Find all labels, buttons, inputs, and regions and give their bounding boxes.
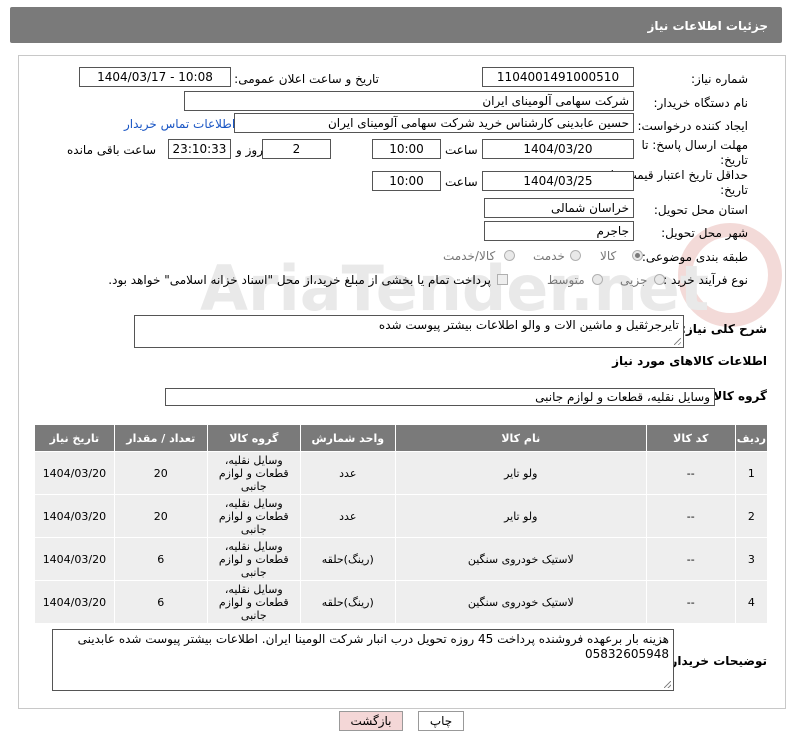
col-need-date: تاریخ نیاز	[34, 424, 115, 452]
reply-date-field: 1404/03/20	[482, 139, 634, 159]
cell-unit: (رینگ)حلقه	[299, 537, 396, 581]
col-goods-group: گروه کالا	[206, 424, 301, 452]
reply-time-label: ساعت	[445, 143, 478, 157]
buyer-notes-text: هزینه بار برعهده فروشنده پرداخت 45 روزه …	[77, 632, 669, 661]
col-goods-code: کد کالا	[645, 424, 736, 452]
cell-unit: عدد	[299, 494, 396, 538]
reply-time-field: 10:00	[372, 139, 441, 159]
price-time-label: ساعت	[445, 175, 478, 189]
buyer-notes-label: توضیحات خریدار:	[665, 654, 767, 668]
category-radio-goods[interactable]	[632, 250, 643, 261]
resize-handle-icon[interactable]	[674, 338, 681, 345]
back-button[interactable]: بازگشت	[339, 711, 403, 731]
cell-quantity: 20	[113, 451, 208, 495]
cell-goods-code: --	[645, 537, 736, 581]
goods-group-label: گروه کالا:	[708, 389, 767, 403]
process-label: نوع فرآیند خرید :	[663, 273, 748, 287]
process-radio-minor[interactable]	[654, 274, 665, 285]
buyer-org-field: شرکت سهامی آلومینای ایران	[184, 91, 634, 111]
remaining-time-field: 23:10:33	[168, 139, 231, 159]
col-unit: واحد شمارش	[299, 424, 396, 452]
cell-need-date: 1404/03/20	[34, 451, 115, 495]
cell-goods-group: وسایل نقلیه، قطعات و لوازم جانبی	[206, 580, 301, 624]
province-label: استان محل تحویل:	[653, 203, 748, 217]
cell-need-date: 1404/03/20	[34, 580, 115, 624]
cell-goods-group: وسایل نقلیه، قطعات و لوازم جانبی	[206, 537, 301, 581]
price-time-field: 10:00	[372, 171, 441, 191]
cell-quantity: 6	[113, 580, 208, 624]
cell-goods-group: وسایل نقلیه، قطعات و لوازم جانبی	[206, 494, 301, 538]
category-goods-label: کالا	[600, 249, 617, 263]
cell-quantity: 20	[113, 494, 208, 538]
need-number-label: شماره نیاز:	[691, 72, 748, 86]
print-button[interactable]: چاپ	[418, 711, 464, 731]
description-label: شرح کلی نیاز:	[681, 322, 767, 336]
category-radio-service[interactable]	[570, 250, 581, 261]
cell-goods-code: --	[645, 580, 736, 624]
table-row: 4 -- لاستیک خودروی سنگین (رینگ)حلقه وسای…	[34, 580, 769, 624]
process-medium-label: متوسط	[547, 273, 585, 287]
col-row-number: ردیف	[734, 424, 769, 452]
days-field: 2	[262, 139, 331, 159]
cell-row-number: 2	[734, 494, 769, 538]
cell-goods-group: وسایل نقلیه، قطعات و لوازم جانبی	[206, 451, 301, 495]
province-field: خراسان شمالی	[484, 198, 634, 218]
description-text: تایرجرثقیل و ماشین الات و والو اطلاعات ب…	[378, 318, 679, 332]
page-title: جزئیات اطلاعات نیاز	[647, 19, 768, 33]
treasury-payment-checkbox[interactable]	[497, 274, 508, 285]
city-field: جاجرم	[484, 221, 634, 241]
announce-date-field: 1404/03/17 - 10:08	[79, 67, 231, 87]
buyer-contact-link[interactable]: اطلاعات تماس خریدار	[124, 117, 235, 131]
cell-row-number: 4	[734, 580, 769, 624]
price-date-field: 1404/03/25	[482, 171, 634, 191]
buyer-notes-field: هزینه بار برعهده فروشنده پرداخت 45 روزه …	[52, 629, 674, 691]
creator-label: ایجاد کننده درخواست:	[637, 119, 748, 133]
cell-quantity: 6	[113, 537, 208, 581]
col-goods-name: نام کالا	[394, 424, 647, 452]
cell-need-date: 1404/03/20	[34, 494, 115, 538]
treasury-payment-note: پرداخت تمام یا بخشی از مبلغ خرید،از محل …	[108, 273, 491, 287]
cell-unit: عدد	[299, 451, 396, 495]
cell-unit: (رینگ)حلقه	[299, 580, 396, 624]
days-label: روز و	[236, 143, 263, 157]
description-field: تایرجرثقیل و ماشین الات و والو اطلاعات ب…	[134, 315, 684, 348]
resize-handle-icon[interactable]	[664, 681, 671, 688]
table-row: 1 -- ولو تایر عدد وسایل نقلیه، قطعات و ل…	[34, 451, 769, 495]
cell-goods-code: --	[645, 451, 736, 495]
category-label: طبقه بندی موضوعی:	[641, 250, 748, 264]
process-radio-medium[interactable]	[592, 274, 603, 285]
announce-date-label: تاریخ و ساعت اعلان عمومی:	[234, 72, 379, 86]
page-header: جزئیات اطلاعات نیاز	[10, 7, 782, 43]
cell-goods-name: ولو تایر	[394, 494, 647, 538]
city-label: شهر محل تحویل:	[661, 226, 748, 240]
cell-goods-name: لاستیک خودروی سنگین	[394, 537, 647, 581]
process-minor-label: جزیی	[620, 273, 648, 287]
remaining-time-label: ساعت باقی مانده	[67, 143, 157, 157]
category-service-label: خدمت	[533, 249, 565, 263]
goods-table: ردیف کد کالا نام کالا واحد شمارش گروه کا…	[34, 424, 769, 624]
buyer-org-label: نام دستگاه خریدار:	[653, 96, 749, 110]
category-radio-both[interactable]	[504, 250, 515, 261]
table-row: 2 -- ولو تایر عدد وسایل نقلیه، قطعات و ل…	[34, 494, 769, 538]
goods-table-header: ردیف کد کالا نام کالا واحد شمارش گروه کا…	[34, 424, 769, 452]
cell-goods-name: ولو تایر	[394, 451, 647, 495]
cell-row-number: 1	[734, 451, 769, 495]
cell-goods-name: لاستیک خودروی سنگین	[394, 580, 647, 624]
goods-group-field: وسایل نقلیه، قطعات و لوازم جانبی	[165, 388, 715, 406]
category-both-label: کالا/خدمت	[443, 249, 496, 263]
cell-need-date: 1404/03/20	[34, 537, 115, 581]
cell-row-number: 3	[734, 537, 769, 581]
cell-goods-code: --	[645, 494, 736, 538]
table-row: 3 -- لاستیک خودروی سنگین (رینگ)حلقه وسای…	[34, 537, 769, 581]
reply-deadline-label: مهلت ارسال پاسخ: تا تاریخ:	[641, 138, 748, 167]
goods-info-title: اطلاعات کالاهای مورد نیاز	[612, 354, 767, 368]
col-quantity: تعداد / مقدار	[113, 424, 208, 452]
need-number-field: 1104001491000510	[482, 67, 634, 87]
creator-field: حسین عابدینی کارشناس خرید شرکت سهامی آلو…	[234, 113, 634, 133]
